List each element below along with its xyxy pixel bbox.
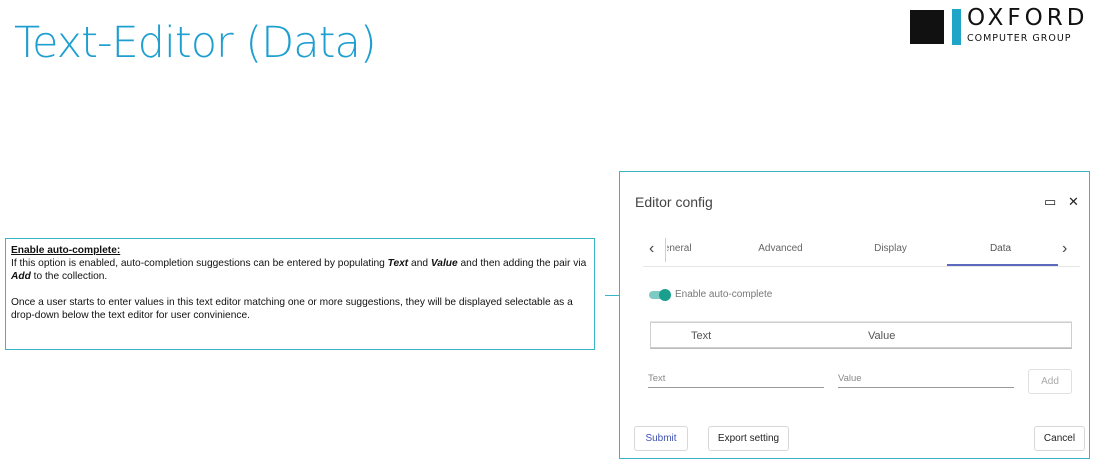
annotation-paragraph-2: Once a user starts to enter values in th…	[11, 297, 573, 321]
value-field	[838, 368, 1014, 388]
annotation-text: and then adding the pair via	[457, 258, 587, 269]
annotation-heading: Enable auto-complete:	[11, 245, 121, 256]
add-button[interactable]: Add	[1028, 369, 1072, 394]
logo-square-mark	[910, 10, 944, 44]
annotation-emphasis-value: Value	[430, 258, 458, 269]
column-header-text: Text	[691, 330, 712, 342]
dialog-title: Editor config	[635, 194, 713, 210]
tab-display[interactable]: Display	[873, 243, 908, 254]
annotation-emphasis-add: Add	[11, 271, 31, 282]
annotation-box: Enable auto-complete: If this option is …	[5, 238, 595, 350]
annotation-text: If this option is enabled, auto-completi…	[11, 258, 388, 269]
logo-subtitle: COMPUTER GROUP	[967, 33, 1072, 44]
export-setting-button[interactable]: Export setting	[708, 426, 789, 451]
cancel-button[interactable]: Cancel	[1034, 426, 1085, 451]
toggle-knob	[659, 289, 671, 301]
annotation-emphasis-text: Text	[387, 258, 409, 269]
text-field	[648, 368, 824, 388]
oxford-logo: OXFORD COMPUTER GROUP	[910, 5, 1088, 45]
tab-scroll-right-icon[interactable]: ›	[1062, 240, 1067, 258]
auto-complete-label: Enable auto-complete	[675, 289, 773, 300]
annotation-text: to the collection.	[30, 271, 108, 282]
logo-wordmark: OXFORD	[967, 5, 1089, 31]
logo-bar-mark	[952, 9, 961, 45]
annotation-text: and	[408, 258, 431, 269]
slide-title: Text-Editor (Data)	[14, 18, 377, 68]
submit-button[interactable]: Submit	[634, 426, 688, 451]
maximize-icon[interactable]: ▭	[1044, 194, 1056, 210]
editor-config-dialog: Editor config ▭ ✕ ‹ General Advanced Dis…	[619, 171, 1090, 459]
auto-complete-toggle[interactable]	[649, 289, 671, 301]
tab-scroll-left-icon[interactable]: ‹	[649, 240, 654, 258]
value-input[interactable]	[838, 373, 1014, 384]
column-header-value: Value	[868, 330, 896, 342]
tab-bar: ‹ General Advanced Display Data ›	[643, 234, 1080, 267]
tab-general-label: General	[667, 243, 692, 254]
close-icon[interactable]: ✕	[1068, 194, 1079, 210]
tab-active-indicator	[947, 264, 1058, 266]
tab-advanced[interactable]: Advanced	[758, 243, 803, 254]
tab-scroll-divider	[665, 238, 666, 262]
tab-data[interactable]: Data	[988, 243, 1013, 254]
tab-general[interactable]: General	[667, 243, 695, 254]
annotation-paragraph-1: If this option is enabled, auto-completi…	[11, 257, 589, 283]
text-input[interactable]	[648, 373, 824, 384]
suggestions-table-header: Text Value	[650, 322, 1072, 348]
